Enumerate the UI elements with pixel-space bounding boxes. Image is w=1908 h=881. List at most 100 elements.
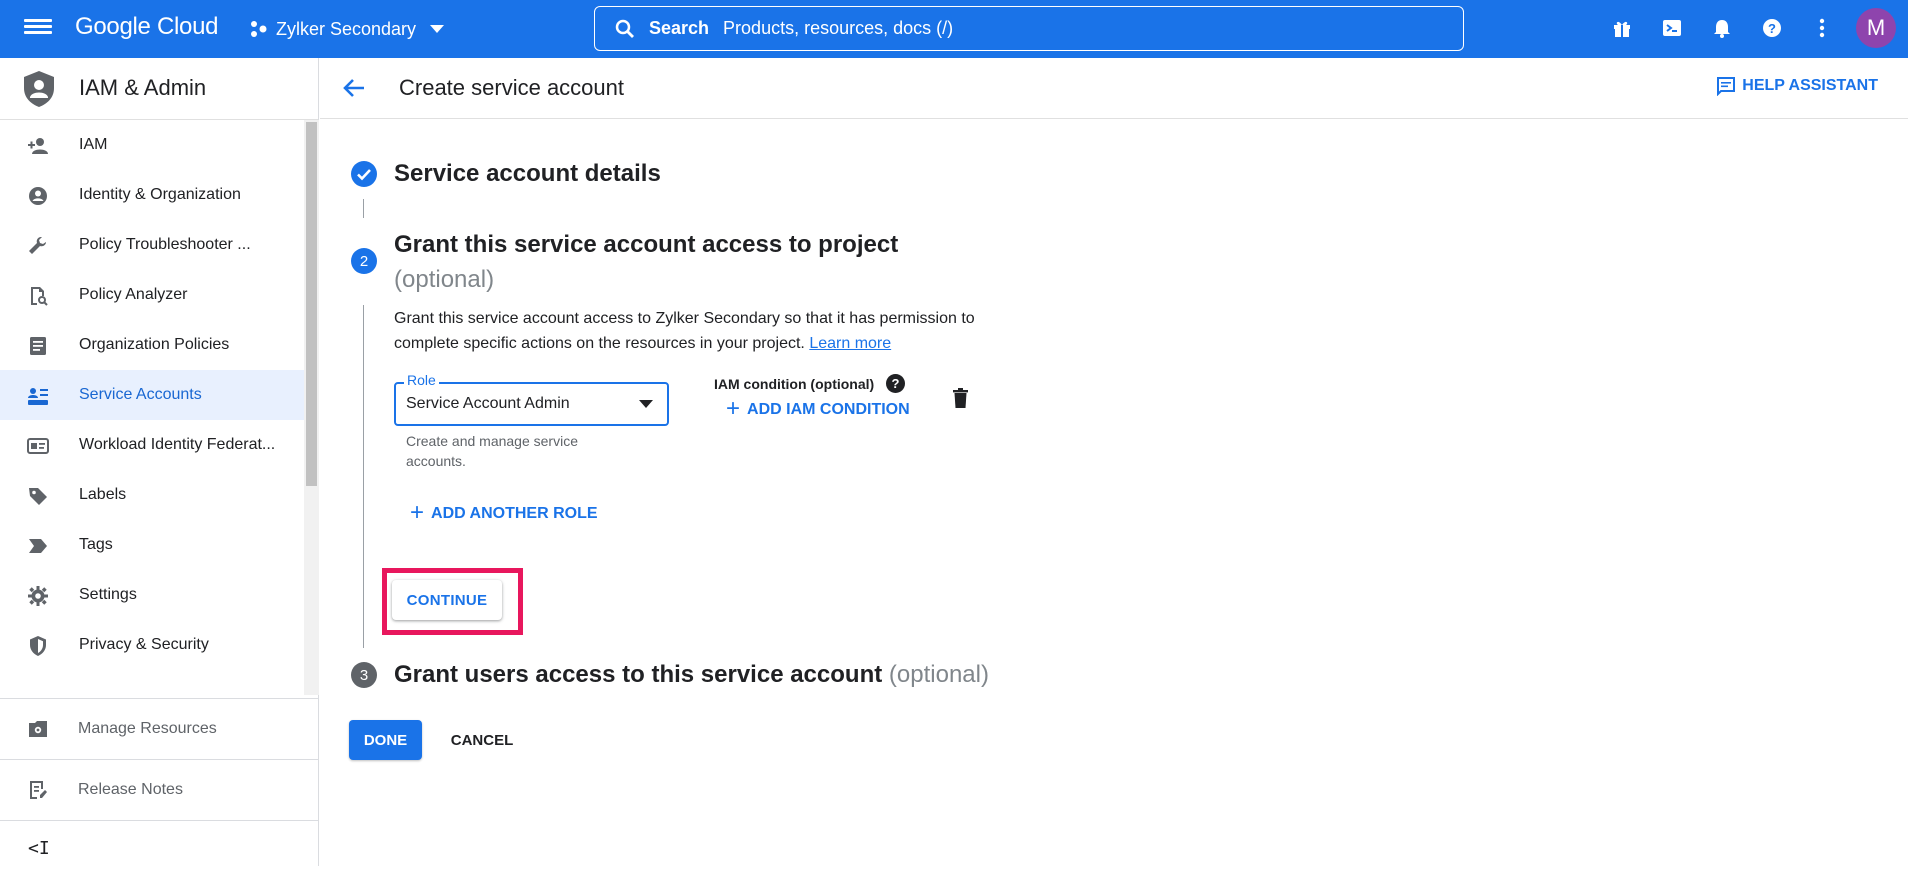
sidebar-item-label: Policy Analyzer (79, 286, 188, 303)
sidebar-item-policy-analyzer[interactable]: Policy Analyzer (0, 270, 304, 320)
service-account-icon (28, 388, 48, 405)
step1-title[interactable]: Service account details (394, 160, 661, 188)
sidebar-header: IAM & Admin (0, 58, 318, 120)
sidebar-item-privacy-security[interactable]: Privacy & Security (0, 620, 304, 670)
sidebar-item-identity-organization[interactable]: Identity & Organization (0, 170, 304, 220)
cancel-button[interactable]: CANCEL (441, 720, 523, 760)
sidebar-item-service-accounts[interactable]: Service Accounts (0, 370, 304, 420)
search-icon (615, 19, 634, 38)
sidebar-item-label: Tags (79, 536, 113, 553)
sidebar-item-label: IAM (79, 136, 108, 153)
sidebar-item-iam[interactable]: IAM (0, 120, 304, 170)
sidebar-item-label: Settings (79, 586, 137, 603)
step2-number-badge: 2 (351, 248, 377, 274)
manage-resources-label: Manage Resources (78, 720, 217, 737)
search-input[interactable]: Search Products, resources, docs (/) (594, 6, 1464, 51)
tag-icon (29, 539, 47, 553)
step3-heading[interactable]: Grant users access to this service accou… (394, 661, 989, 689)
google-cloud-logo[interactable]: Google Cloud (75, 13, 218, 41)
step2-optional: (optional) (394, 266, 495, 293)
top-bar: Google Cloud Zylker Secondary Search Pro… (0, 0, 1908, 58)
iam-condition-label: IAM condition (optional) (714, 376, 875, 392)
release-notes-link[interactable]: Release Notes (0, 759, 319, 820)
step3-title: Grant users access to this service accou… (394, 661, 883, 688)
step3-number-badge: 3 (351, 662, 377, 688)
search-placeholder: Products, resources, docs (/) (723, 18, 954, 38)
step2-description: Grant this service account access to Zyl… (394, 306, 1014, 356)
more-vert-icon[interactable] (1804, 10, 1840, 46)
add-iam-condition-button[interactable]: + ADD IAM CONDITION (726, 395, 910, 422)
sidebar-item-label: Workload Identity Federat... (79, 436, 276, 453)
step-complete-check-icon (351, 161, 377, 187)
manage-resources-icon (29, 721, 47, 737)
sidebar-item-label: Service Accounts (79, 386, 202, 403)
gift-icon[interactable] (1604, 10, 1640, 46)
done-button[interactable]: DONE (349, 720, 422, 760)
role-selected-value: Service Account Admin (406, 395, 570, 412)
help-icon[interactable]: ? (1754, 10, 1790, 46)
sidebar-item-tags[interactable]: Tags (0, 520, 304, 570)
cloud-shell-icon[interactable] (1654, 10, 1690, 46)
sidebar: IAM & Admin IAM Identity & Organization … (0, 58, 319, 866)
learn-more-link[interactable]: Learn more (809, 335, 891, 352)
document-search-icon (31, 287, 48, 306)
role-field-label: Role (404, 372, 439, 388)
avatar[interactable]: M (1856, 8, 1896, 48)
wrench-icon (29, 237, 46, 254)
sidebar-nav: IAM Identity & Organization Policy Troub… (0, 120, 304, 695)
notifications-bell-icon[interactable] (1704, 10, 1740, 46)
continue-button[interactable]: CONTINUE (392, 580, 502, 620)
iam-shield-icon (24, 71, 54, 107)
page-title: Create service account (399, 75, 624, 100)
add-iam-condition-label: ADD IAM CONDITION (747, 401, 910, 418)
id-card-icon (27, 438, 49, 454)
person-add-icon (28, 138, 48, 154)
role-select[interactable]: Role Service Account Admin (394, 372, 669, 426)
plus-icon: + (410, 499, 425, 526)
help-assistant-label: HELP ASSISTANT (1742, 77, 1878, 94)
role-help-text: Create and manage service accounts. (406, 433, 578, 469)
step-connector (363, 305, 364, 648)
step3-optional: (optional) (888, 661, 989, 688)
hamburger-menu-icon[interactable] (24, 16, 52, 42)
project-picker[interactable]: Zylker Secondary (250, 16, 445, 42)
project-hub-icon (251, 21, 267, 37)
step-connector (363, 199, 364, 218)
gear-icon (28, 586, 48, 606)
label-icon (29, 488, 47, 505)
account-circle-icon (29, 187, 47, 205)
delete-trash-icon[interactable] (952, 388, 969, 408)
chat-icon (1717, 77, 1736, 96)
add-another-role-button[interactable]: + ADD ANOTHER ROLE (410, 499, 598, 526)
svg-text:?: ? (1768, 21, 1776, 36)
add-another-role-label: ADD ANOTHER ROLE (431, 505, 598, 522)
sidebar-item-labels[interactable]: Labels (0, 470, 304, 520)
shield-icon (30, 636, 46, 656)
back-arrow-icon[interactable] (340, 74, 368, 102)
help-assistant-button[interactable]: HELP ASSISTANT (1716, 76, 1878, 96)
step2-title: Grant this service account access to pro… (394, 231, 899, 258)
collapse-sidebar-icon[interactable]: <I (28, 838, 50, 859)
page-header: Create service account HELP ASSISTANT (320, 58, 1908, 119)
sidebar-item-workload-identity-federation[interactable]: Workload Identity Federat... (0, 420, 304, 470)
release-notes-label: Release Notes (78, 781, 183, 798)
sidebar-item-label: Privacy & Security (79, 636, 209, 653)
document-icon (30, 337, 46, 355)
sidebar-item-label: Labels (79, 486, 127, 503)
sidebar-item-organization-policies[interactable]: Organization Policies (0, 320, 304, 370)
chevron-down-icon (430, 25, 445, 33)
sidebar-item-label: Organization Policies (79, 336, 230, 353)
sidebar-item-label: Policy Troubleshooter ... (79, 236, 251, 253)
sidebar-item-settings[interactable]: Settings (0, 570, 304, 620)
search-label: Search (649, 18, 710, 38)
help-circle-icon[interactable]: ? (886, 374, 905, 393)
sidebar-item-label: Identity & Organization (79, 186, 241, 203)
sidebar-title: IAM & Admin (79, 75, 207, 100)
sidebar-scrollbar-thumb[interactable] (306, 122, 317, 486)
plus-icon: + (726, 395, 741, 422)
manage-resources-link[interactable]: Manage Resources (0, 698, 319, 759)
project-name: Zylker Secondary (276, 18, 417, 39)
dropdown-arrow-icon (639, 400, 653, 408)
release-notes-icon (30, 781, 47, 799)
sidebar-item-policy-troubleshooter[interactable]: Policy Troubleshooter ... (0, 220, 304, 270)
